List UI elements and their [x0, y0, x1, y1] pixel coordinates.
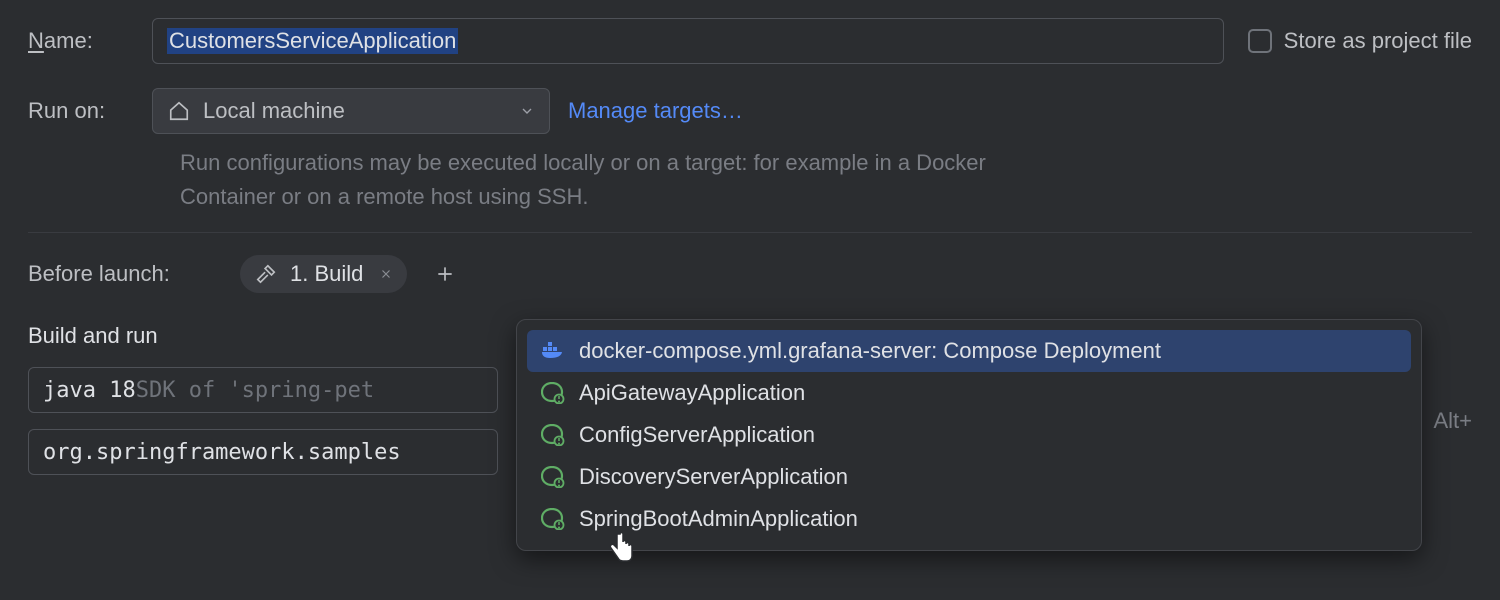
main-class-input[interactable]: org.springframework.samples [28, 429, 498, 475]
spring-boot-icon [541, 507, 565, 531]
popup-item-label: SpringBootAdminApplication [579, 506, 858, 532]
store-as-project-file-option[interactable]: Store as project file [1248, 28, 1472, 54]
home-icon [167, 99, 191, 123]
popup-item-docker[interactable]: docker-compose.yml.grafana-server: Compo… [527, 330, 1411, 372]
name-input-value: CustomersServiceApplication [167, 28, 458, 54]
spring-boot-icon [541, 381, 565, 405]
name-label: Name: [28, 28, 152, 54]
run-config-popup: docker-compose.yml.grafana-server: Compo… [516, 319, 1422, 551]
shortcut-hint: Alt+ [1433, 408, 1472, 434]
popup-item-spring[interactable]: SpringBootAdminApplication [527, 498, 1411, 540]
popup-item-label: ApiGatewayApplication [579, 380, 805, 406]
run-on-dropdown[interactable]: Local machine [152, 88, 550, 134]
before-launch-chip-label: 1. Build [290, 261, 363, 287]
sdk-dropdown[interactable]: java 18 SDK of 'spring-pet [28, 367, 498, 413]
before-launch-chip[interactable]: 1. Build [240, 255, 407, 293]
popup-item-spring[interactable]: ConfigServerApplication [527, 414, 1411, 456]
popup-item-label: DiscoveryServerApplication [579, 464, 848, 490]
popup-item-label: docker-compose.yml.grafana-server: Compo… [579, 338, 1161, 364]
run-on-label: Run on: [28, 98, 152, 124]
spring-boot-icon [541, 423, 565, 447]
close-icon[interactable] [379, 267, 393, 281]
docker-icon [541, 339, 565, 363]
popup-item-spring[interactable]: ApiGatewayApplication [527, 372, 1411, 414]
spring-boot-icon [541, 465, 565, 489]
popup-item-spring[interactable]: DiscoveryServerApplication [527, 456, 1411, 498]
add-before-launch-button[interactable] [435, 264, 455, 284]
sdk-dim: SDK of 'spring-pet [136, 378, 374, 403]
sdk-value: java 18 [43, 378, 136, 403]
main-class-value: org.springframework.samples [43, 440, 401, 465]
chevron-down-icon [519, 103, 535, 119]
before-launch-label: Before launch: [28, 261, 240, 287]
hammer-icon [254, 262, 278, 286]
manage-targets-link[interactable]: Manage targets… [568, 98, 743, 124]
popup-item-label: ConfigServerApplication [579, 422, 815, 448]
store-checkbox[interactable] [1248, 29, 1272, 53]
run-on-value: Local machine [203, 98, 345, 124]
divider [28, 232, 1472, 233]
store-label: Store as project file [1284, 28, 1472, 54]
run-on-help-text: Run configurations may be executed local… [180, 146, 1000, 214]
name-input[interactable]: CustomersServiceApplication [152, 18, 1224, 64]
